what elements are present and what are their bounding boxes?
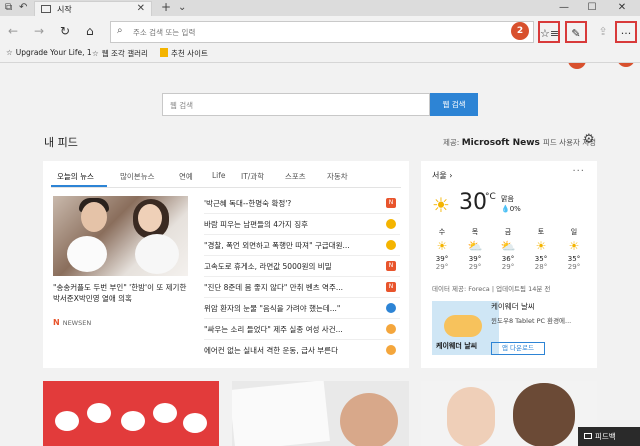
more-options-icon[interactable]: ···: [572, 166, 585, 177]
news-card: 오늘의 뉴스 많이본뉴스 연예 Life IT/과학 스포츠 자동차 "송송커플…: [43, 161, 409, 368]
share-button[interactable]: ⇪: [592, 21, 614, 43]
list-item[interactable]: 위암 환자의 눈물 "음식을 가려야 했는데...": [204, 298, 400, 319]
favorite-item[interactable]: 추천 사이트: [160, 48, 208, 59]
web-search-input[interactable]: 웹 검색: [162, 93, 430, 116]
source-icon: [386, 240, 396, 250]
forecast-day[interactable]: 토 ☀ 35° 28°: [526, 227, 556, 271]
news-source: N NEWSEN: [53, 318, 92, 327]
tab-preview-icon[interactable]: ⧉: [5, 2, 12, 14]
sun-icon: ☀: [568, 239, 580, 253]
source-icon: [386, 303, 396, 313]
favorites-hub-button[interactable]: ☆≡: [538, 21, 560, 43]
list-item[interactable]: '박근혜 독대--한명숙 확정'? N: [204, 193, 400, 214]
chevron-down-icon[interactable]: ⌄: [178, 2, 186, 14]
favorite-item[interactable]: ☆ 웹 조각 갤러리: [92, 48, 148, 59]
search-icon: ⌕: [117, 25, 123, 36]
forecast-day[interactable]: 일 ☀ 35° 29°: [559, 227, 589, 271]
star-icon: ☆: [6, 48, 13, 57]
weather-card: 서울 › ··· ☀ 30 °C 맑음 💧0% 수 ☀ 39° 29° 목 ⛅ 39° 29…: [421, 161, 597, 368]
weather-temperature: 30: [459, 190, 487, 215]
feedback-button[interactable]: 피드백: [578, 427, 640, 446]
divider: [51, 187, 401, 188]
address-bar[interactable]: ⌕ 주소 검색 또는 입력 ☆: [110, 21, 534, 43]
weather-source: 데이터 제공: Foreca | 업데이트됨 14분 전: [432, 285, 551, 293]
list-item[interactable]: 바람 피우는 남편들의 4가지 징후: [204, 214, 400, 235]
partly-cloudy-icon: ⛅: [467, 239, 483, 253]
sun-icon: ☀: [436, 239, 448, 253]
hero-image[interactable]: [53, 196, 188, 276]
close-window-button[interactable]: ✕: [610, 1, 634, 15]
navigation-bar: ← → ↻ ⌂ ⌕ 주소 검색 또는 입력 ☆ ☆≡ ✎ ⇪ ···: [0, 16, 640, 46]
ad-description: 윈도우8 Tablet PC 환경에...: [491, 317, 572, 325]
news-tile[interactable]: [232, 381, 409, 446]
source-icon: N: [386, 282, 396, 292]
source-icon: [386, 324, 396, 334]
tab-title: 시작: [57, 5, 72, 14]
raindrop-icon: 💧: [501, 205, 510, 213]
list-item[interactable]: 에어컨 없는 실내서 격한 운동, 급사 부른다: [204, 340, 400, 361]
news-tile[interactable]: [43, 381, 219, 446]
tab-entertainment[interactable]: 연예: [179, 171, 193, 182]
minimize-button[interactable]: —: [552, 1, 576, 15]
forecast-day[interactable]: 목 ⛅ 39° 29°: [460, 227, 490, 271]
tab-life[interactable]: Life: [212, 171, 226, 180]
favorites-bar: ☆ Upgrade Your Life, 1 ☆ 웹 조각 갤러리 추천 사이트: [0, 46, 640, 62]
gear-icon[interactable]: ⚙: [583, 132, 595, 147]
feed-provider: 제공: Microsoft News: [443, 138, 540, 148]
more-button[interactable]: ···: [615, 21, 637, 43]
weather-city[interactable]: 서울 ›: [432, 170, 452, 181]
sun-icon: ☀: [432, 193, 450, 217]
tab-start[interactable]: 시작 ✕: [34, 1, 152, 16]
callout-badge-2: 2: [511, 22, 529, 40]
forecast-day[interactable]: 금 ⛅ 36° 29°: [493, 227, 523, 271]
list-item[interactable]: 고속도로 휴게소, 라면값 5000원의 비밀 N: [204, 256, 400, 277]
tab-popular[interactable]: 많이본뉴스: [120, 171, 155, 182]
favorite-item[interactable]: ☆ Upgrade Your Life, 1: [6, 48, 92, 57]
newsen-logo-icon: N: [53, 318, 60, 327]
new-tab-icon[interactable]: +: [161, 1, 171, 13]
source-icon: N: [386, 198, 396, 208]
page-icon: [41, 5, 51, 13]
maximize-button[interactable]: ☐: [580, 1, 604, 15]
tab-cars[interactable]: 자동차: [327, 171, 348, 182]
web-search-placeholder: 웹 검색: [170, 101, 194, 110]
web-search-button[interactable]: 웹 검색: [430, 93, 478, 116]
ad-image[interactable]: 케이웨더 날씨: [432, 301, 499, 355]
ad-title[interactable]: 케이웨더 날씨: [491, 301, 535, 312]
source-icon: N: [386, 261, 396, 271]
partly-cloudy-icon: ⛅: [500, 239, 516, 253]
address-placeholder: 주소 검색 또는 입력: [133, 28, 196, 37]
divider: [0, 62, 640, 63]
weather-condition: 맑음: [501, 195, 514, 203]
list-item[interactable]: "진단 8준데 몸 좋지 않다" 만취 벤츠 역주... N: [204, 277, 400, 298]
web-note-button[interactable]: ✎: [565, 21, 587, 43]
temperature-unit[interactable]: °C: [485, 192, 496, 202]
close-tab-icon[interactable]: ✕: [137, 3, 145, 14]
precipitation: 💧0%: [501, 205, 521, 213]
list-item[interactable]: "경찰, 폭언 외면하고 폭행만 따져" 구급대원...: [204, 235, 400, 256]
back-button[interactable]: ←: [8, 24, 18, 38]
hero-headline[interactable]: "송송커플도 두번 부인" '한밤'이 또 제기한 박서준X박민영 열애 의혹: [53, 282, 193, 304]
tab-sports[interactable]: 스포츠: [285, 171, 306, 182]
forward-button[interactable]: →: [34, 24, 44, 38]
star-icon: ☆: [92, 49, 99, 58]
tab-history-icon[interactable]: ↶: [19, 2, 27, 14]
tab-bar: ⧉ ↶ 시작 ✕ + ⌄ — ☐ ✕: [0, 0, 640, 16]
feedback-icon: [584, 433, 592, 439]
news-tile[interactable]: [421, 381, 597, 446]
home-button[interactable]: ⌂: [86, 24, 94, 38]
bing-icon: [160, 48, 168, 57]
app-download-button[interactable]: 앱 다운로드: [491, 342, 545, 355]
refresh-button[interactable]: ↻: [60, 24, 70, 38]
feed-title: 내 피드: [44, 136, 78, 149]
forecast-day[interactable]: 수 ☀ 39° 29°: [427, 227, 457, 271]
tab-it-science[interactable]: IT/과학: [241, 171, 264, 182]
source-icon: [386, 345, 396, 355]
tab-top-news[interactable]: 오늘의 뉴스: [57, 171, 94, 182]
cloud-icon: [444, 315, 482, 337]
list-item[interactable]: "싸우는 소리 들었다" 제주 실종 여성 사건...: [204, 319, 400, 340]
source-icon: [386, 219, 396, 229]
sun-icon: ☀: [535, 239, 547, 253]
